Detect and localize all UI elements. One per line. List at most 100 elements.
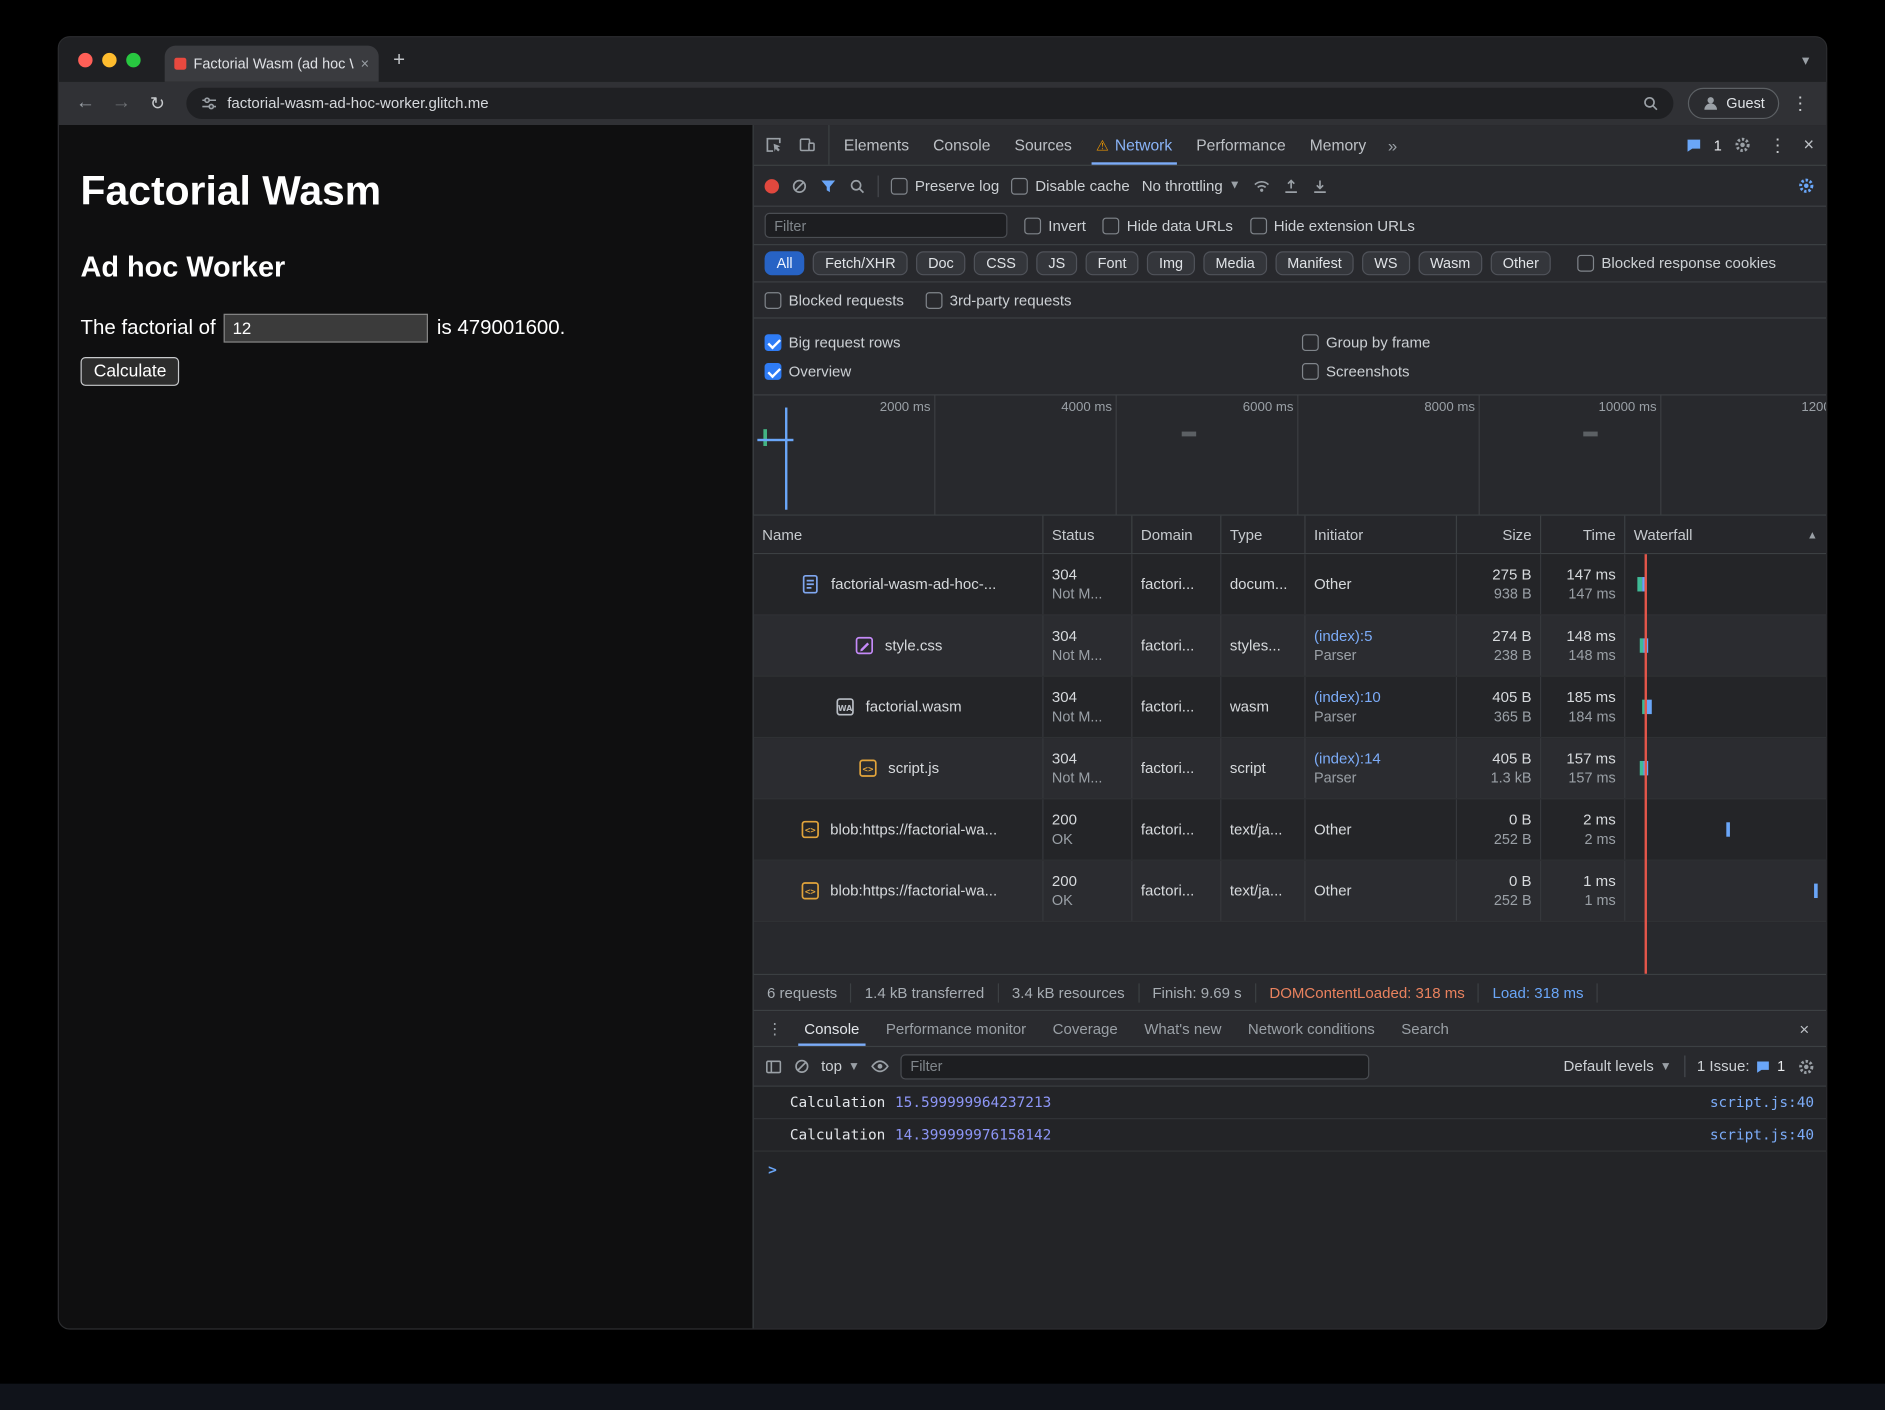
network-filter-input[interactable] [765, 213, 1008, 238]
window-close-button[interactable] [78, 53, 92, 67]
resource-filter-chip[interactable]: Doc [916, 251, 966, 275]
drawer-close-icon[interactable]: × [1787, 1011, 1821, 1046]
network-request-row[interactable]: <>blob:https://factorial-wa... 200OK fac… [754, 861, 1826, 922]
drawer-tab[interactable]: Performance monitor [873, 1011, 1040, 1046]
network-request-row[interactable]: factorial-wasm-ad-hoc-... 304Not M... fa… [754, 554, 1826, 615]
address-bar[interactable]: factorial-wasm-ad-hoc-worker.glitch.me [186, 88, 1673, 119]
factorial-input[interactable] [224, 314, 428, 343]
browser-tab[interactable]: Factorial Wasm (ad hoc Worl × [165, 46, 379, 82]
issues-counter[interactable]: 1 Issue: 1 [1697, 1058, 1785, 1075]
checkbox-icon[interactable] [1250, 217, 1267, 234]
screenshots-checkbox[interactable]: Screenshots [1302, 362, 1815, 379]
checkbox-icon[interactable] [926, 292, 943, 309]
checkbox-icon[interactable] [1302, 334, 1319, 351]
resource-filter-chip[interactable]: Other [1491, 251, 1551, 275]
resource-filter-chip[interactable]: CSS [974, 251, 1028, 275]
devtools-tab[interactable]: Sources [1002, 125, 1083, 165]
reload-icon[interactable]: ↻ [143, 93, 172, 115]
network-settings-icon[interactable] [1797, 177, 1815, 195]
blocked-response-cookies-checkbox[interactable]: Blocked response cookies [1577, 255, 1776, 272]
column-header-time[interactable]: Time [1541, 516, 1625, 553]
network-request-row[interactable]: <>blob:https://factorial-wa... 200OK fac… [754, 799, 1826, 860]
device-toolbar-icon[interactable] [792, 136, 821, 154]
record-icon[interactable] [765, 179, 779, 193]
group-by-frame-checkbox[interactable]: Group by frame [1302, 334, 1815, 351]
drawer-tab[interactable]: What's new [1131, 1011, 1235, 1046]
network-request-row[interactable]: style.css 304Not M... factori... styles.… [754, 616, 1826, 677]
import-har-icon[interactable] [1283, 177, 1300, 194]
resource-filter-chip[interactable]: Font [1086, 251, 1139, 275]
console-context-dropdown[interactable]: top ▼ [821, 1058, 860, 1075]
hide-extension-urls-checkbox[interactable]: Hide extension URLs [1250, 217, 1415, 234]
inspect-icon[interactable] [759, 136, 788, 154]
checkbox-icon[interactable] [1024, 217, 1041, 234]
invert-checkbox[interactable]: Invert [1024, 217, 1086, 234]
devtools-tab[interactable]: Elements [832, 125, 921, 165]
request-initiator[interactable]: (index):10 [1314, 689, 1447, 706]
request-initiator[interactable]: Other [1314, 576, 1447, 593]
console-filter-input[interactable] [901, 1054, 1370, 1079]
checkbox-icon[interactable] [765, 292, 782, 309]
browser-menu-icon[interactable]: ⋮ [1786, 93, 1814, 115]
export-har-icon[interactable] [1312, 177, 1329, 194]
overview-checkbox[interactable]: Overview [765, 362, 1302, 379]
log-levels-dropdown[interactable]: Default levels ▼ [1564, 1058, 1672, 1075]
hide-data-urls-checkbox[interactable]: Hide data URLs [1103, 217, 1233, 234]
devtools-tab[interactable]: Memory [1298, 125, 1378, 165]
checkbox-checked-icon[interactable] [765, 334, 782, 351]
console-prompt-chevron[interactable]: > [754, 1152, 1826, 1178]
big-request-rows-checkbox[interactable]: Big request rows [765, 334, 1302, 351]
resource-filter-chip[interactable]: WS [1362, 251, 1409, 275]
profile-button[interactable]: Guest [1688, 88, 1779, 119]
column-header-type[interactable]: Type [1221, 516, 1305, 553]
column-header-name[interactable]: Name [754, 516, 1044, 553]
checkbox-icon[interactable] [891, 177, 908, 194]
console-messages[interactable]: Calculation 15.599999964237213 script.js… [754, 1087, 1826, 1329]
console-source-link[interactable]: script.js:40 [1710, 1094, 1814, 1111]
devtools-tab[interactable]: Performance [1184, 125, 1298, 165]
preserve-log-checkbox[interactable]: Preserve log [891, 177, 999, 194]
forward-icon[interactable]: → [107, 93, 136, 115]
settings-icon[interactable] [1734, 136, 1752, 154]
resource-filter-chip[interactable]: Manifest [1275, 251, 1354, 275]
console-settings-icon[interactable] [1797, 1057, 1815, 1075]
checkbox-icon[interactable] [1302, 362, 1319, 379]
console-sidebar-icon[interactable] [765, 1057, 783, 1075]
resource-filter-chip[interactable]: Fetch/XHR [813, 251, 908, 275]
more-tabs-icon[interactable]: » [1378, 125, 1407, 165]
console-message[interactable]: Calculation 15.599999964237213 script.js… [754, 1087, 1826, 1119]
tab-search-icon[interactable]: ▾ [1802, 51, 1809, 68]
drawer-tab[interactable]: Network conditions [1235, 1011, 1388, 1046]
tab-close-icon[interactable]: × [361, 55, 369, 72]
search-icon[interactable] [849, 177, 866, 194]
resource-filter-chip[interactable]: Img [1147, 251, 1195, 275]
window-maximize-button[interactable] [126, 53, 140, 67]
network-conditions-icon[interactable] [1253, 177, 1271, 195]
console-source-link[interactable]: script.js:40 [1710, 1126, 1814, 1143]
calculate-button[interactable]: Calculate [81, 357, 180, 386]
network-request-row[interactable]: WAfactorial.wasm 304Not M... factori... … [754, 677, 1826, 738]
request-initiator[interactable]: (index):14 [1314, 750, 1447, 767]
drawer-tab[interactable]: Console [791, 1011, 873, 1046]
resource-filter-chip[interactable]: Wasm [1418, 251, 1482, 275]
checkbox-checked-icon[interactable] [765, 362, 782, 379]
blocked-requests-checkbox[interactable]: Blocked requests [765, 292, 904, 309]
network-overview-timeline[interactable]: 2000 ms4000 ms6000 ms8000 ms10000 ms1200… [754, 396, 1826, 516]
back-icon[interactable]: ← [71, 93, 100, 115]
column-header-waterfall[interactable]: Waterfall ▲ [1625, 516, 1826, 553]
checkbox-icon[interactable] [1011, 177, 1028, 194]
third-party-checkbox[interactable]: 3rd-party requests [926, 292, 1072, 309]
request-initiator[interactable]: Other [1314, 821, 1447, 838]
column-header-initiator[interactable]: Initiator [1306, 516, 1457, 553]
checkbox-icon[interactable] [1577, 255, 1594, 272]
resource-filter-chip[interactable]: Media [1204, 251, 1267, 275]
devtools-tab[interactable]: ⚠ Network [1084, 125, 1184, 165]
devtools-menu-icon[interactable]: ⋮ [1764, 134, 1792, 156]
disable-cache-checkbox[interactable]: Disable cache [1011, 177, 1129, 194]
devtools-close-icon[interactable]: × [1804, 135, 1815, 155]
drawer-menu-icon[interactable]: ⋮ [759, 1011, 791, 1046]
issues-icon[interactable] [1685, 136, 1702, 153]
site-info-icon[interactable] [201, 95, 218, 112]
column-header-status[interactable]: Status [1043, 516, 1132, 553]
throttling-dropdown[interactable]: No throttling ▼ [1142, 177, 1241, 194]
